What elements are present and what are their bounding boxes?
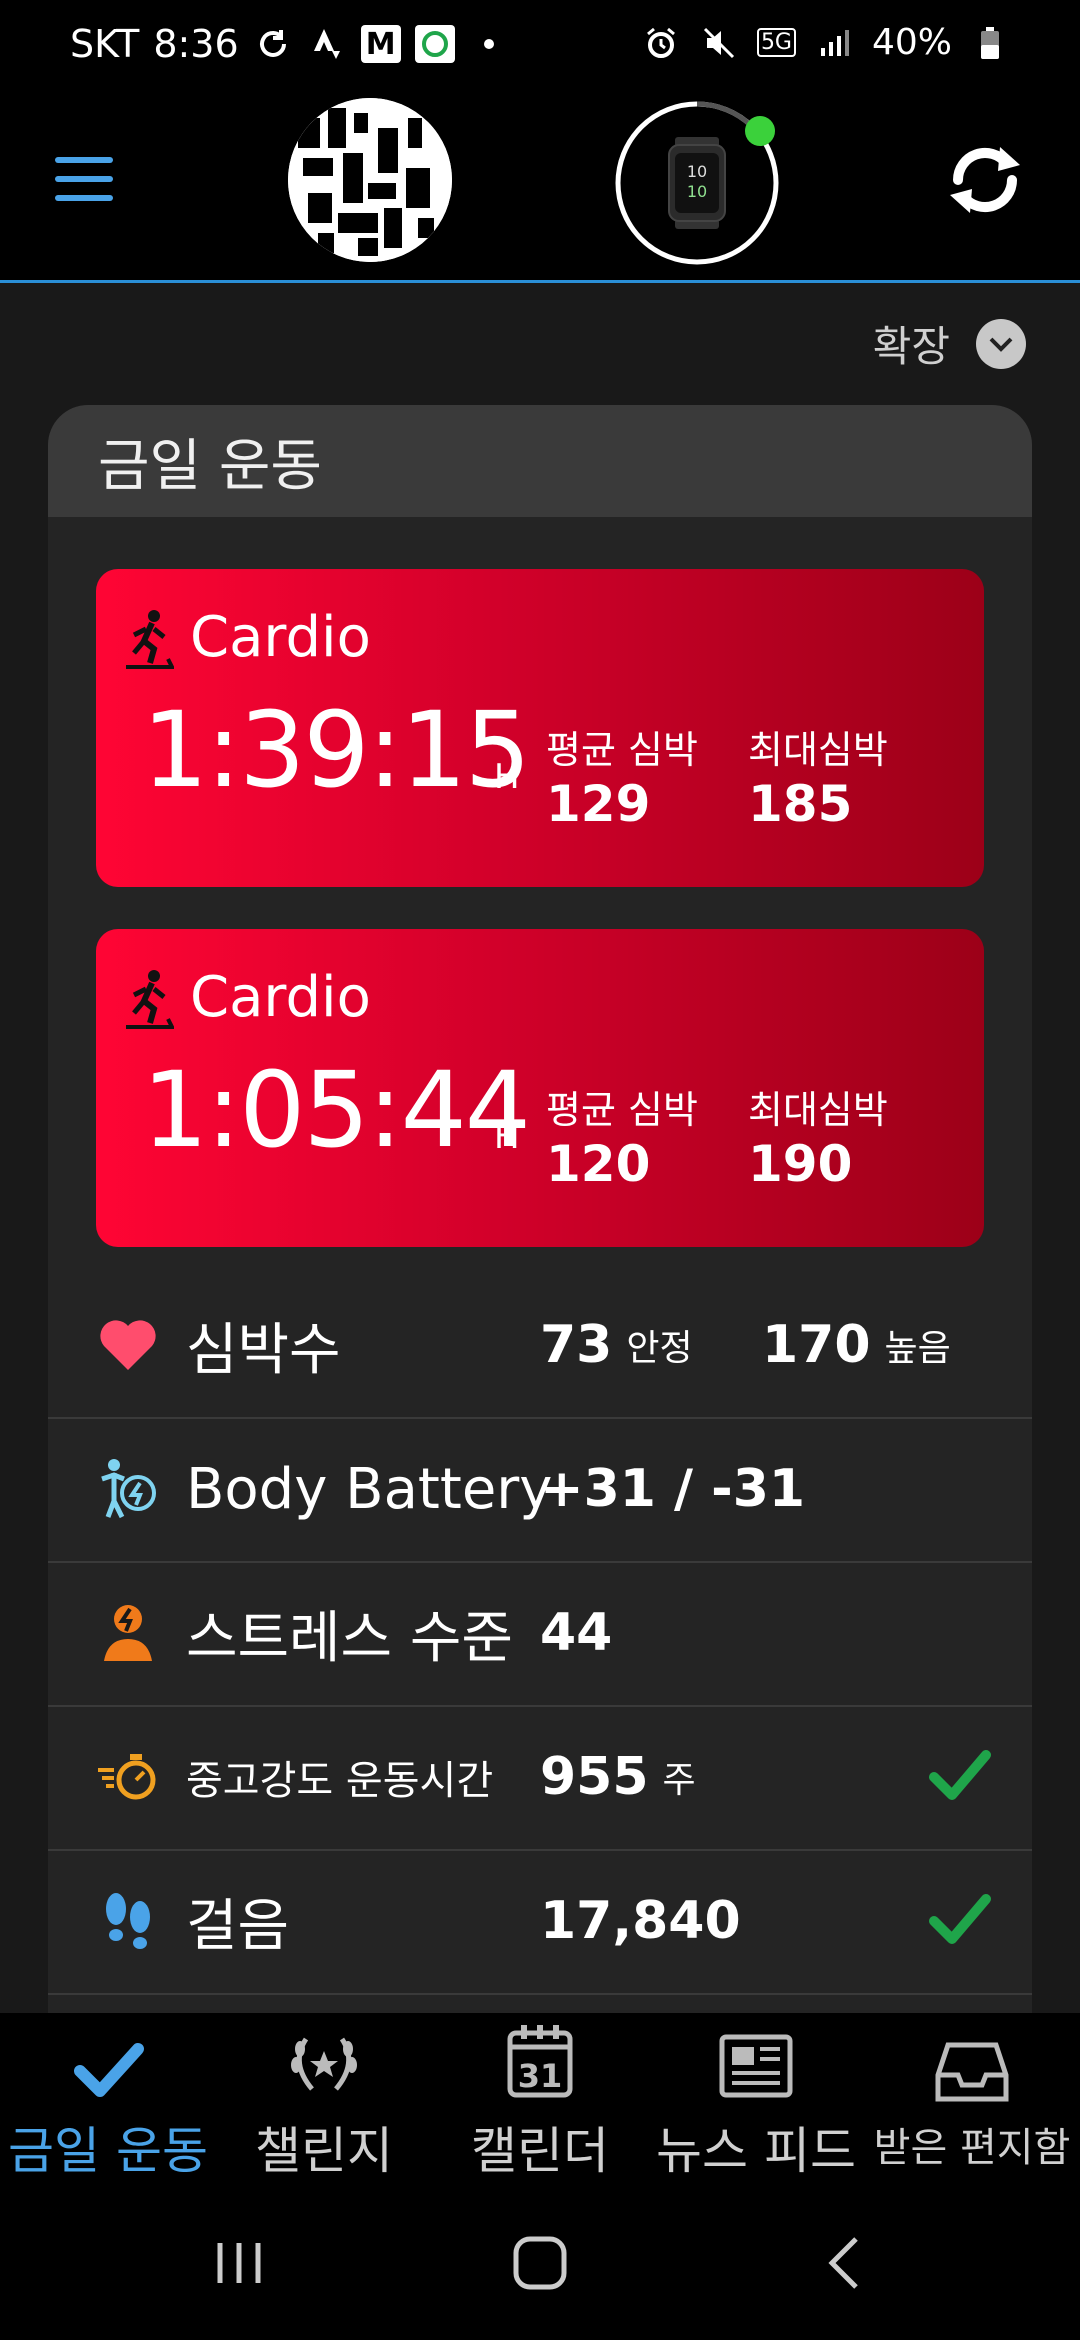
battery-percent: 40% — [871, 22, 952, 63]
nav-newsfeed[interactable]: 뉴스 피드 — [648, 2013, 864, 2183]
laurel-icon — [286, 2013, 362, 2099]
home-icon[interactable] — [512, 2235, 568, 2291]
gmail-icon: M — [360, 25, 401, 63]
watch-icon: 10 10 — [668, 137, 726, 229]
max-hr-label: 최대심박 — [748, 728, 888, 772]
max-hr-value: 190 — [748, 1135, 853, 1193]
sync-icon[interactable] — [940, 135, 1030, 225]
alarm-icon — [641, 23, 681, 63]
treadmill-runner-icon — [126, 970, 174, 1029]
nav-today[interactable]: 금일 운동 — [0, 2013, 216, 2183]
today-card: 금일 운동 Cardio 1:39:15 H 평균 심박 최대심박 129 18… — [48, 405, 1032, 2025]
device-status[interactable]: 10 10 — [613, 99, 781, 267]
nav-label: 받은 편지함 — [873, 2125, 1071, 2171]
body-battery-value: +31 / -31 — [540, 1459, 806, 1519]
avg-hr-label: 평균 심박 — [546, 1088, 698, 1132]
stat-name: 스트레스 수준 — [186, 1605, 513, 1671]
avatar[interactable] — [288, 98, 452, 262]
intensity-value: 955 주 — [540, 1747, 696, 1807]
app-notification-icon — [414, 25, 455, 63]
activity-type: Cardio — [190, 965, 371, 1030]
connected-dot — [745, 116, 775, 146]
stat-name: 심박수 — [186, 1317, 341, 1383]
body-battery-icon — [96, 1457, 160, 1521]
footprints-icon — [96, 1889, 160, 1953]
stat-name: 걸음 — [186, 1893, 290, 1959]
chevron-down-icon — [976, 318, 1026, 369]
nav-label: 챌린지 — [255, 2122, 393, 2180]
goal-check-icon — [929, 1750, 991, 1800]
calendar-day: 31 — [517, 2057, 563, 2095]
high-hr: 170 높음 — [762, 1315, 951, 1375]
expand-label: 확장 — [872, 322, 950, 371]
stress-icon — [96, 1601, 160, 1665]
nav-challenges[interactable]: 챌린지 — [216, 2013, 432, 2183]
svg-text:10: 10 — [687, 182, 707, 201]
signal-icon — [814, 23, 854, 63]
bottom-navigation: 금일 운동 챌린지 31 캘린더 뉴스 피드 받은 편지함 — [0, 2013, 1080, 2183]
activity-type: Cardio — [190, 605, 371, 670]
strava-icon — [307, 24, 347, 64]
recent-apps-icon[interactable] — [212, 2239, 266, 2287]
duration-unit: H — [494, 757, 520, 797]
activity-card[interactable]: Cardio 1:05:44 H 평균 심박 최대심박 120 190 — [96, 929, 984, 1247]
svg-text:10: 10 — [687, 162, 707, 181]
stopwatch-icon — [96, 1745, 160, 1809]
expand-toggle[interactable]: 확장 — [873, 313, 1026, 374]
nav-label: 뉴스 피드 — [656, 2122, 856, 2180]
back-icon[interactable] — [824, 2235, 864, 2291]
duration-unit: H — [494, 1117, 520, 1157]
app-header: 10 10 — [0, 95, 1080, 283]
avg-hr-value: 120 — [546, 1135, 651, 1193]
newspaper-icon — [718, 2013, 794, 2099]
activity-duration: 1:39:15 — [142, 689, 531, 811]
stat-row-intensity-minutes[interactable]: 중고강도 운동시간 955 주 — [48, 1705, 1032, 1851]
goal-check-icon — [929, 1894, 991, 1944]
network-label: 5G — [756, 28, 796, 57]
max-hr-value: 185 — [748, 775, 853, 833]
stat-name: 중고강도 운동시간 — [186, 1758, 494, 1804]
nav-inbox[interactable]: 받은 편지함 — [864, 2013, 1080, 2183]
avg-hr-value: 129 — [546, 775, 651, 833]
treadmill-runner-icon — [126, 610, 174, 669]
avg-hr-label: 평균 심박 — [546, 728, 698, 772]
stat-name: Body Battery — [186, 1456, 553, 1522]
clock: 8:36 — [153, 22, 239, 66]
nav-label: 캘린더 — [471, 2122, 609, 2180]
today-title: 금일 운동 — [48, 405, 1032, 517]
hamburger-icon[interactable] — [55, 157, 113, 209]
stat-row-stress[interactable]: 스트레스 수준 44 — [48, 1561, 1032, 1707]
resting-hr: 73 안정 — [540, 1315, 693, 1375]
steps-value: 17,840 — [540, 1891, 741, 1951]
activity-card[interactable]: Cardio 1:39:15 H 평균 심박 최대심박 129 185 — [96, 569, 984, 887]
sync-status-icon — [253, 24, 293, 64]
nav-label: 금일 운동 — [8, 2122, 208, 2180]
more-notifications-dot — [469, 24, 509, 64]
mute-icon — [699, 23, 739, 63]
status-bar: SKT 8:36 M 5G 40% — [0, 0, 1080, 95]
nav-calendar[interactable]: 31 캘린더 — [432, 2013, 648, 2183]
max-hr-label: 최대심박 — [748, 1088, 888, 1132]
battery-icon — [970, 23, 1010, 63]
stat-row-heart-rate[interactable]: 심박수 73 안정 170 높음 — [48, 1273, 1032, 1419]
activity-duration: 1:05:44 — [142, 1049, 531, 1171]
system-navigation — [0, 2183, 1080, 2340]
check-icon — [72, 2013, 144, 2099]
main-content: 확장 금일 운동 Cardio 1:39:15 H 평균 심박 최대심박 129… — [0, 283, 1080, 2025]
carrier-label: SKT — [70, 22, 140, 66]
calendar-icon: 31 — [507, 2013, 573, 2099]
stat-row-body-battery[interactable]: Body Battery +31 / -31 — [48, 1417, 1032, 1563]
stress-value: 44 — [540, 1603, 613, 1663]
inbox-icon — [934, 2013, 1010, 2103]
stat-row-steps[interactable]: 걸음 17,840 — [48, 1849, 1032, 1995]
heart-icon — [96, 1313, 160, 1377]
